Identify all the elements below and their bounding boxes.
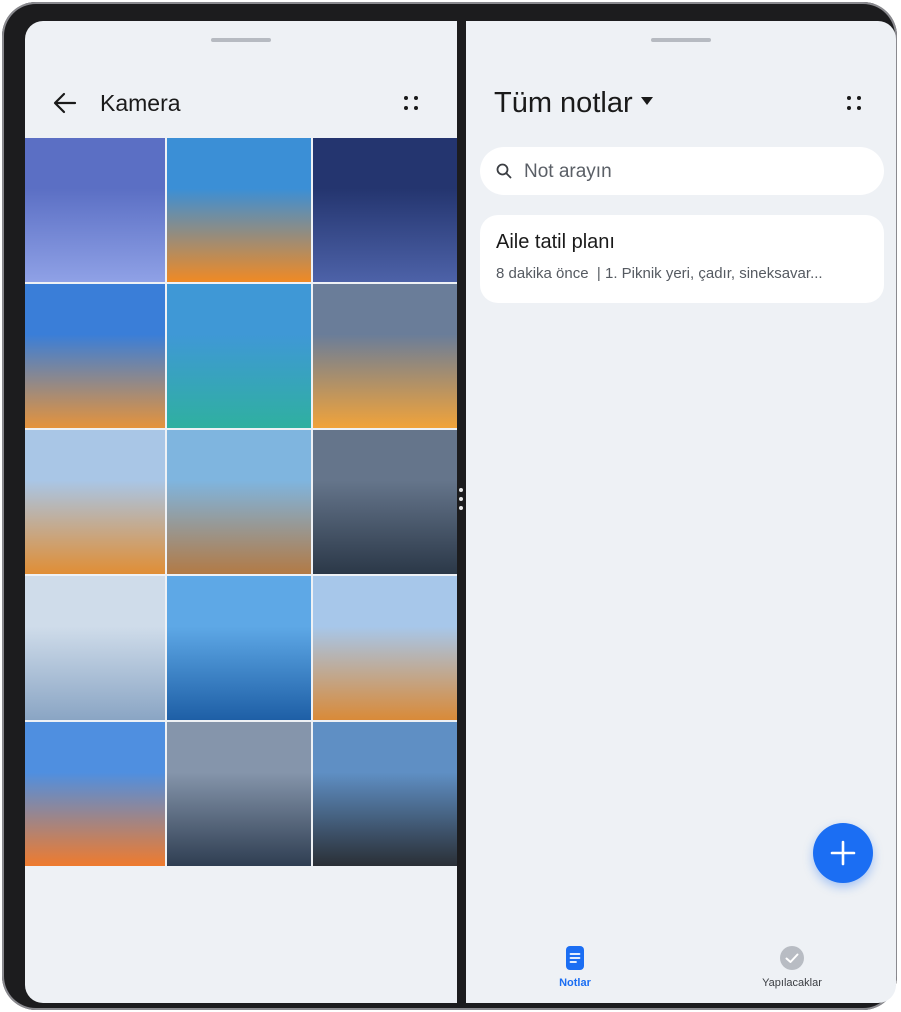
arrow-left-icon[interactable]: [51, 89, 79, 117]
note-title: Aile tatil planı: [496, 231, 615, 253]
desert-rock-photo[interactable]: [25, 284, 165, 428]
snowboarder-photo[interactable]: [25, 722, 165, 866]
split-divider-handle[interactable]: [458, 488, 464, 518]
notes-pane: Tüm notlar Not arayın Aile tatil planı 8…: [466, 21, 896, 1003]
tab-todo[interactable]: Yapılacaklar: [732, 945, 852, 989]
search-placeholder: Not arayın: [524, 161, 612, 182]
sunset-clouds-photo[interactable]: [313, 284, 457, 428]
search-input[interactable]: Not arayın: [480, 147, 884, 195]
window-drag-handle[interactable]: [211, 38, 271, 42]
more-dots-icon[interactable]: [397, 89, 425, 117]
blueberries-photo[interactable]: [313, 138, 457, 282]
mountain-lake-photo[interactable]: [167, 576, 311, 720]
tab-todo-label: Yapılacaklar: [762, 977, 822, 989]
plus-icon: [830, 840, 856, 866]
sea-rock-photo[interactable]: [313, 722, 457, 866]
cliff-jump-photo[interactable]: [167, 430, 311, 574]
note-card[interactable]: Aile tatil planı 8 dakika önce | 1. Pikn…: [480, 215, 884, 303]
window-drag-handle[interactable]: [651, 38, 711, 42]
tent-teddy-photo[interactable]: [167, 138, 311, 282]
check-circle-icon: [780, 946, 804, 970]
pier-sunset-photo[interactable]: [167, 722, 311, 866]
foldable-device-frame: Kamera Tüm notlar Not arayın Aile tatil …: [2, 2, 897, 1010]
gallery-pane: Kamera: [25, 21, 457, 1003]
camel-dunes-photo[interactable]: [313, 576, 457, 720]
note-preview: 1. Piknik yeri, çadır, sineksavar...: [604, 265, 823, 282]
more-dots-icon[interactable]: [840, 89, 868, 117]
notes-folder-title: Tüm notlar: [494, 87, 633, 119]
gallery-header: Kamera: [25, 83, 457, 123]
album-title: Kamera: [100, 90, 181, 116]
tab-notes-label: Notlar: [559, 977, 591, 989]
camel-caravan-photo[interactable]: [25, 430, 165, 574]
note-time: 8 dakika önce: [496, 265, 589, 282]
photo-grid: [25, 138, 457, 868]
caret-down-icon: [640, 97, 653, 106]
succulent-photo[interactable]: [25, 138, 165, 282]
tab-notes[interactable]: Notlar: [515, 945, 635, 989]
notes-folder-dropdown[interactable]: Tüm notlar: [494, 86, 653, 120]
note-meta: 8 dakika önce | 1. Piknik yeri, çadır, s…: [496, 265, 823, 282]
search-icon: [496, 163, 512, 179]
note-icon: [566, 946, 584, 970]
dandelion-photo[interactable]: [25, 576, 165, 720]
add-note-button[interactable]: [813, 823, 873, 883]
fishing-net-photo[interactable]: [313, 430, 457, 574]
canal-houses-photo[interactable]: [167, 284, 311, 428]
